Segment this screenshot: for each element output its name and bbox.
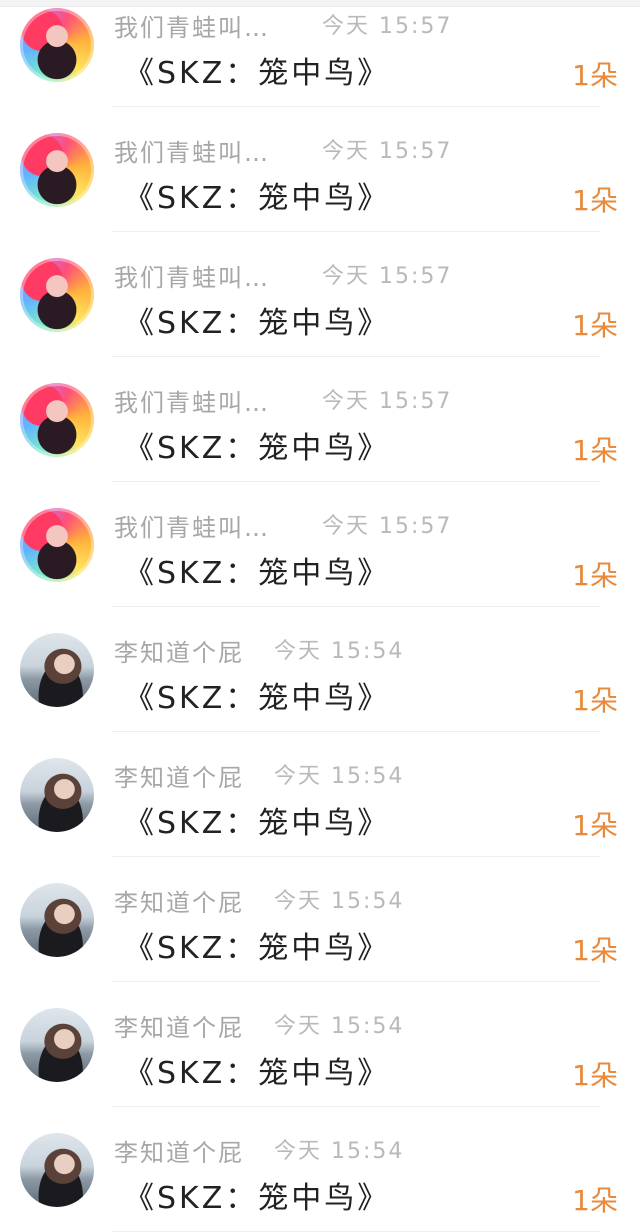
avatar[interactable]	[20, 758, 94, 832]
avatar[interactable]	[20, 258, 94, 332]
user-name[interactable]: 李知道个屁	[114, 1133, 244, 1168]
timestamp: 今天 15:57	[322, 514, 453, 539]
gift-count: 1朵	[572, 184, 618, 217]
list-item[interactable]: 我们青蛙叫… 今天 15:57 《SKZ：笼中鸟》 1朵	[0, 107, 640, 232]
gift-title: 《SKZ：笼中鸟》	[124, 1056, 391, 1091]
gift-title: 《SKZ：笼中鸟》	[124, 181, 391, 216]
list-item[interactable]: 李知道个屁 今天 15:54 《SKZ：笼中鸟》 1朵	[0, 857, 640, 982]
gift-title: 《SKZ：笼中鸟》	[124, 681, 391, 716]
gift-title: 《SKZ：笼中鸟》	[124, 556, 391, 591]
timestamp: 今天 15:54	[274, 639, 405, 664]
gift-count: 1朵	[572, 934, 618, 967]
avatar[interactable]	[20, 1133, 94, 1207]
list-item[interactable]: 李知道个屁 今天 15:54 《SKZ：笼中鸟》 1朵	[0, 1107, 640, 1232]
list-item[interactable]: 我们青蛙叫… 今天 15:57 《SKZ：笼中鸟》 1朵	[0, 482, 640, 607]
avatar[interactable]	[20, 883, 94, 957]
avatar[interactable]	[20, 1008, 94, 1082]
list-item[interactable]: 我们青蛙叫… 今天 15:57 《SKZ：笼中鸟》 1朵	[0, 232, 640, 357]
gift-count: 1朵	[572, 559, 618, 592]
timestamp: 今天 15:54	[274, 1139, 405, 1164]
user-name[interactable]: 李知道个屁	[114, 758, 244, 793]
timestamp: 今天 15:54	[274, 889, 405, 914]
user-name[interactable]: 我们青蛙叫…	[114, 8, 270, 43]
gift-count: 1朵	[572, 1059, 618, 1092]
gift-title: 《SKZ：笼中鸟》	[124, 56, 391, 91]
user-name[interactable]: 李知道个屁	[114, 633, 244, 668]
gift-title: 《SKZ：笼中鸟》	[124, 306, 391, 341]
user-name[interactable]: 我们青蛙叫…	[114, 383, 270, 418]
list-item[interactable]: 李知道个屁 今天 15:54 《SKZ：笼中鸟》 1朵	[0, 607, 640, 732]
gift-count: 1朵	[572, 434, 618, 467]
user-name[interactable]: 我们青蛙叫…	[114, 133, 270, 168]
timestamp: 今天 15:54	[274, 764, 405, 789]
avatar[interactable]	[20, 8, 94, 82]
timestamp: 今天 15:57	[322, 264, 453, 289]
list-item[interactable]: 李知道个屁 今天 15:54 《SKZ：笼中鸟》 1朵	[0, 732, 640, 857]
user-name[interactable]: 李知道个屁	[114, 883, 244, 918]
gift-title: 《SKZ：笼中鸟》	[124, 431, 391, 466]
avatar[interactable]	[20, 633, 94, 707]
timestamp: 今天 15:57	[322, 14, 453, 39]
avatar[interactable]	[20, 508, 94, 582]
user-name[interactable]: 我们青蛙叫…	[114, 258, 270, 293]
gift-title: 《SKZ：笼中鸟》	[124, 806, 391, 841]
user-name[interactable]: 我们青蛙叫…	[114, 508, 270, 543]
gift-count: 1朵	[572, 684, 618, 717]
gift-count: 1朵	[572, 309, 618, 342]
timestamp: 今天 15:54	[274, 1014, 405, 1039]
gift-count: 1朵	[572, 59, 618, 92]
gift-record-list: 我们青蛙叫… 今天 15:57 《SKZ：笼中鸟》 1朵 我们青蛙叫… 今天 1…	[0, 0, 640, 1232]
gift-title: 《SKZ：笼中鸟》	[124, 931, 391, 966]
timestamp: 今天 15:57	[322, 389, 453, 414]
timestamp: 今天 15:57	[322, 139, 453, 164]
list-item[interactable]: 我们青蛙叫… 今天 15:57 《SKZ：笼中鸟》 1朵	[0, 357, 640, 482]
list-item[interactable]: 李知道个屁 今天 15:54 《SKZ：笼中鸟》 1朵	[0, 982, 640, 1107]
avatar[interactable]	[20, 383, 94, 457]
gift-count: 1朵	[572, 1184, 618, 1217]
list-item[interactable]: 我们青蛙叫… 今天 15:57 《SKZ：笼中鸟》 1朵	[0, 0, 640, 107]
gift-count: 1朵	[572, 809, 618, 842]
user-name[interactable]: 李知道个屁	[114, 1008, 244, 1043]
gift-title: 《SKZ：笼中鸟》	[124, 1181, 391, 1216]
avatar[interactable]	[20, 133, 94, 207]
